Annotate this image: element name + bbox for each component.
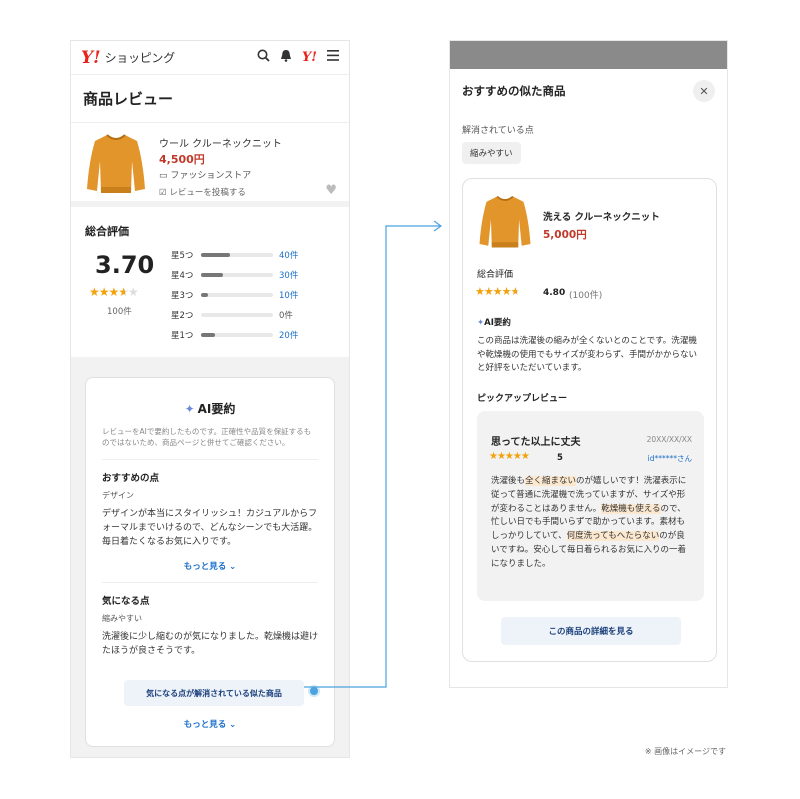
product-image[interactable]	[477, 193, 533, 251]
review-body: 洗濯後も全く縮まないのが嬉しいです！洗濯表示に従って普通に洗濯機で洗っていますが…	[491, 475, 693, 571]
review-date: 20XX/XX/XX	[646, 435, 692, 444]
ai-summary-title: ✦AI要約	[477, 316, 511, 328]
star-icon: ★★★★	[475, 285, 511, 298]
ai-summary-title-text: AI要約	[484, 318, 511, 328]
review-highlight: 乾燥機も使える	[601, 503, 661, 514]
review-score: 5	[557, 453, 563, 463]
review-stars: ★★★★★	[489, 451, 530, 462]
product-name[interactable]: 洗える クルーネックニット	[543, 209, 660, 223]
pickup-review-title: ピックアップレビュー	[477, 394, 568, 404]
pickup-review-card: 思ってた以上に丈夫 20XX/XX/XX ★★★★★ 5 id******さん …	[477, 411, 704, 601]
overlay-strip	[450, 41, 727, 69]
star-partial-icon: ★	[510, 285, 520, 298]
rating-score: 4.80	[543, 288, 566, 298]
stage: Y! ショッピング Y! 商品レビュー ウール クルーネックニット 4,500円…	[0, 0, 800, 799]
product-price: 5,000円	[543, 229, 587, 241]
resolved-chip: 縮みやすい	[462, 142, 521, 164]
ai-summary-body: この商品は洗濯後の縮みが全くないとのことです。洗濯機や乾燥機の使用でもサイズが変…	[477, 336, 697, 374]
star-icon: ★★★★★	[489, 451, 530, 462]
rating-stars: ★★★★★	[475, 285, 520, 298]
review-highlight: 全く縮まない	[525, 476, 577, 486]
rating-count: (100件)	[569, 291, 603, 301]
view-product-detail-button[interactable]: この商品の詳細を見る	[501, 617, 681, 645]
modal-title: おすすめの似た商品	[462, 84, 566, 98]
review-highlight: 何度洗ってもへたらない	[566, 531, 660, 542]
review-title: 思ってた以上に丈夫	[491, 437, 581, 448]
reviewer-name[interactable]: id******さん	[648, 453, 692, 464]
review-text: 洗濯後も	[491, 476, 526, 486]
resolved-label: 解消されている点	[462, 126, 534, 136]
close-icon[interactable]: ✕	[693, 80, 715, 102]
recommended-product-card: 洗える クルーネックニット 5,000円 総合評価 ★★★★★ 4.80 (10…	[462, 178, 717, 662]
modal-header: おすすめの似た商品 ✕	[450, 69, 727, 113]
similar-products-modal: おすすめの似た商品 ✕ 解消されている点 縮みやすい 洗える クルーネックニット…	[449, 40, 728, 688]
rating-title: 総合評価	[477, 270, 514, 280]
footnote: ※ 画像はイメージです	[644, 747, 726, 756]
